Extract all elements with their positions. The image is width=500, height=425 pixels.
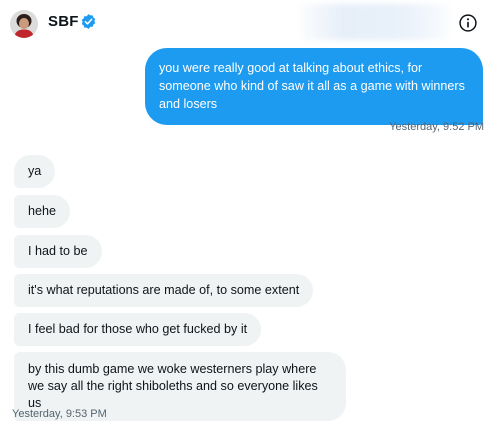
outgoing-message[interactable]: you were really good at talking about et… <box>145 48 483 125</box>
incoming-message[interactable]: ya <box>14 155 56 188</box>
info-icon[interactable] <box>458 13 478 33</box>
outgoing-timestamp: Yesterday, 9:52 PM <box>389 121 484 133</box>
contact-name[interactable]: SBF <box>48 13 79 30</box>
avatar[interactable] <box>10 10 38 38</box>
incoming-message[interactable]: I had to be <box>14 235 102 268</box>
incoming-message[interactable]: it's what reputations are made of, to so… <box>14 274 314 307</box>
incoming-message[interactable]: I feel bad for those who get fucked by i… <box>14 313 262 346</box>
blurred-region <box>300 4 450 40</box>
incoming-timestamp: Yesterday, 9:53 PM <box>12 408 107 420</box>
conversation-header: SBF <box>0 0 500 44</box>
avatar-image <box>10 10 38 38</box>
incoming-message[interactable]: hehe <box>14 195 71 228</box>
verified-badge-icon <box>81 14 96 29</box>
